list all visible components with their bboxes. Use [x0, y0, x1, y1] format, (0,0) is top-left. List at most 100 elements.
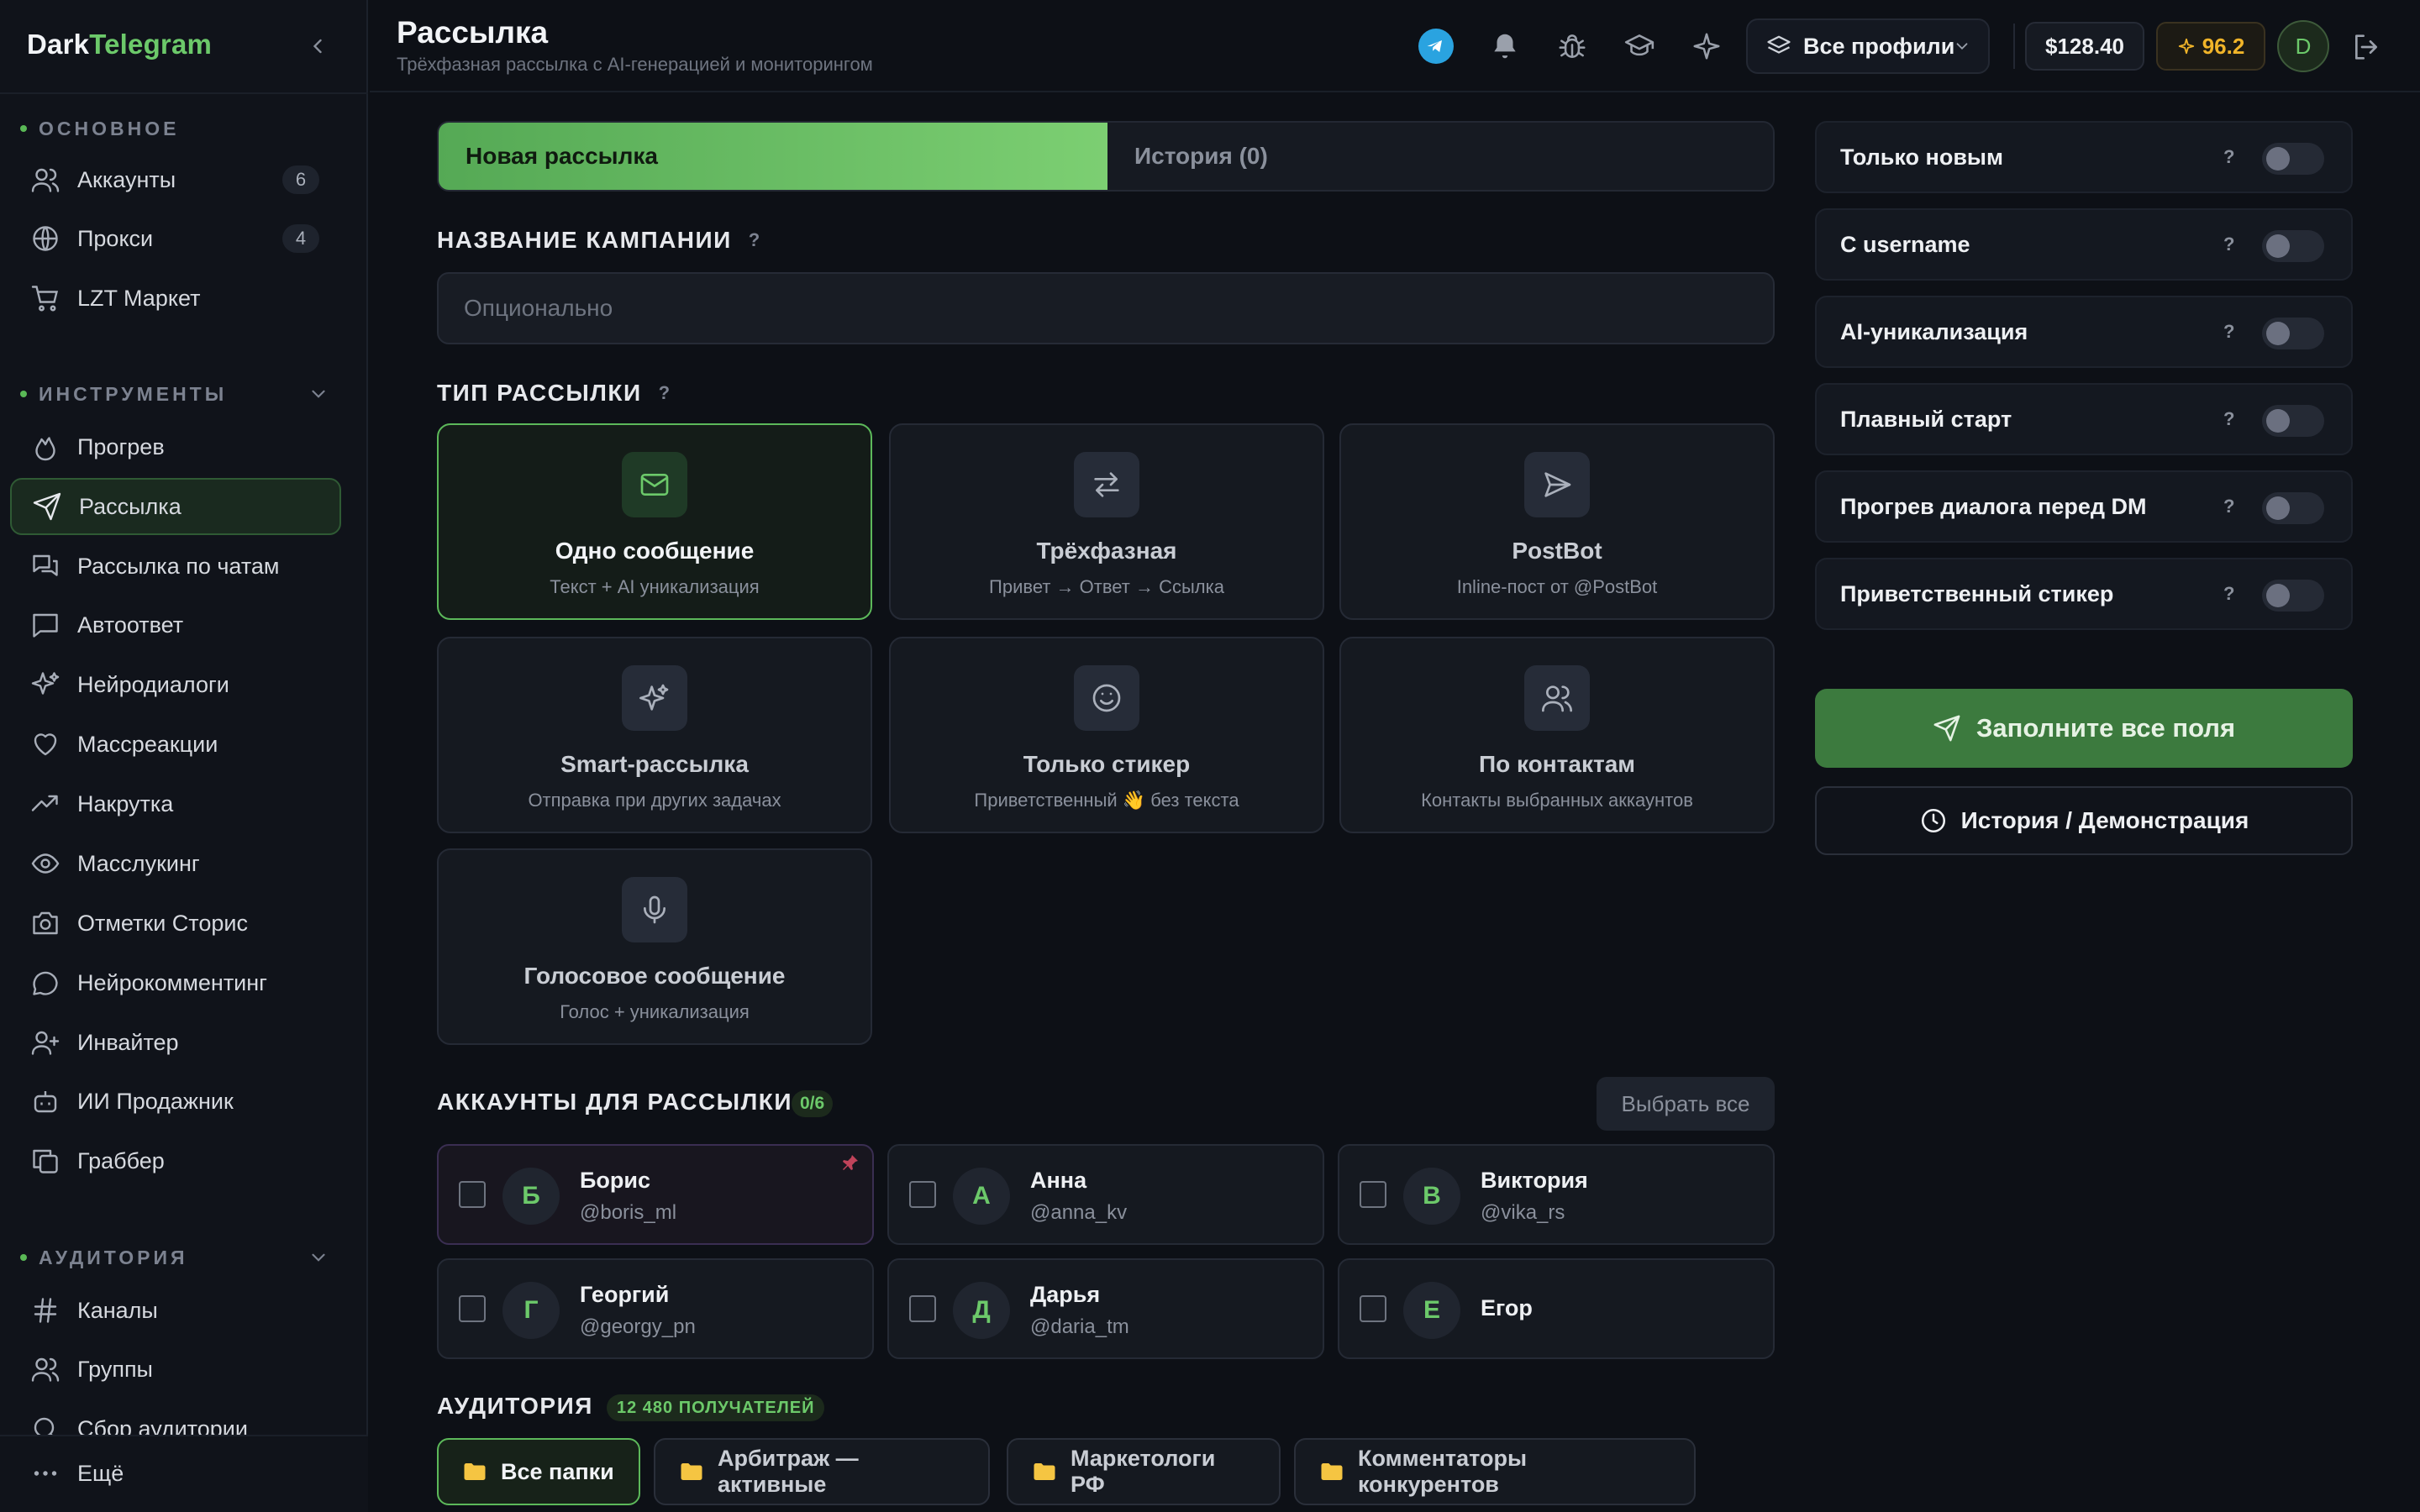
balance-badge[interactable]: $128.40: [2025, 22, 2144, 71]
help-icon[interactable]: ?: [2223, 234, 2234, 255]
brand-part-telegram: Telegram: [89, 29, 213, 60]
section-main-label: ОСНОВНОЕ: [39, 117, 180, 139]
campaign-name-input[interactable]: Опционально: [437, 272, 1775, 344]
account-checkbox[interactable]: [459, 1295, 486, 1322]
sidebar-item-autoreply[interactable]: Автоответ: [10, 596, 341, 654]
sidebar-item-inviter[interactable]: Инвайтер: [10, 1014, 341, 1071]
type-card-sticker-only[interactable]: Только стикер Приветственный 👋 без текст…: [889, 637, 1324, 833]
brand-logo[interactable]: DarkTelegram: [27, 29, 212, 60]
sidebar-item-grabber[interactable]: Граббер: [10, 1132, 341, 1189]
type-card-title: PostBot: [1512, 538, 1602, 564]
sidebar-item-groups[interactable]: Группы: [10, 1341, 341, 1398]
account-avatar: Б: [502, 1168, 560, 1225]
folder-chip-arbitrage[interactable]: Арбитраж — активные: [654, 1438, 990, 1505]
tab-history[interactable]: История (0): [1107, 123, 1773, 190]
sidebar-item-accounts[interactable]: Аккаунты 6: [10, 151, 341, 208]
sidebar-item-warmup[interactable]: Прогрев: [10, 418, 341, 475]
folder-chip-commenters[interactable]: Комментаторы конкурентов: [1294, 1438, 1696, 1505]
account-card[interactable]: А Анна @anna_kv: [887, 1144, 1324, 1245]
account-card[interactable]: Е Егор: [1338, 1258, 1775, 1359]
account-checkbox[interactable]: [909, 1181, 936, 1208]
option-ai-unique: AI-уникализация ?: [1815, 296, 2353, 368]
type-card-postbot[interactable]: PostBot Inline-пост от @PostBot: [1339, 423, 1775, 620]
chevron-down-icon[interactable]: [308, 383, 329, 405]
sidebar-item-massreactions[interactable]: Массреакции: [10, 716, 341, 773]
stars-badge[interactable]: 96.2: [2156, 22, 2265, 71]
user-avatar[interactable]: D: [2277, 20, 2329, 72]
history-demo-button[interactable]: История / Демонстрация: [1815, 786, 2353, 855]
sidebar-item-mailing[interactable]: Рассылка: [10, 478, 341, 535]
account-card[interactable]: В Виктория @vika_rs: [1338, 1144, 1775, 1245]
type-card-title: Только стикер: [1023, 751, 1191, 777]
option-smooth-start: Плавный старт ?: [1815, 383, 2353, 455]
option-label: Только новым: [1840, 144, 2003, 170]
account-card[interactable]: Г Георгий @georgy_pn: [437, 1258, 874, 1359]
toggle-switch[interactable]: [2262, 405, 2324, 437]
pin-icon[interactable]: [840, 1152, 860, 1173]
toggle-switch[interactable]: [2262, 230, 2324, 262]
sidebar-item-ai-seller[interactable]: ИИ Продажник: [10, 1073, 341, 1130]
help-icon[interactable]: ?: [659, 382, 670, 404]
audience-label-text: АУДИТОРИЯ: [437, 1393, 593, 1419]
section-audience-header[interactable]: АУДИТОРИЯ: [20, 1245, 188, 1270]
sidebar-item-proxy[interactable]: Прокси 4: [10, 210, 341, 267]
sidebar-item-label: LZT Маркет: [77, 285, 201, 311]
toggle-switch[interactable]: [2262, 143, 2324, 175]
sidebar-item-more[interactable]: Ещё: [10, 1445, 341, 1502]
toggle-switch[interactable]: [2262, 492, 2324, 524]
help-icon[interactable]: ?: [2223, 583, 2234, 605]
sidebar-item-label: Каналы: [77, 1297, 158, 1323]
help-icon[interactable]: ?: [2223, 321, 2234, 343]
sidebar-item-lzt-market[interactable]: LZT Маркет: [10, 270, 341, 327]
folder-chip-label: Все папки: [501, 1458, 614, 1484]
account-checkbox[interactable]: [459, 1181, 486, 1208]
folder-chip-marketers[interactable]: Маркетологи РФ: [1007, 1438, 1281, 1505]
account-card[interactable]: Д Дарья @daria_tm: [887, 1258, 1324, 1359]
type-card-three-phase[interactable]: Трёхфазная Привет → Ответ → Ссылка: [889, 423, 1324, 620]
folder-icon: [462, 1459, 487, 1484]
help-icon[interactable]: ?: [2223, 408, 2234, 430]
sidebar-item-channels[interactable]: Каналы: [10, 1282, 341, 1339]
type-card-subtitle: Inline-пост от @PostBot: [1456, 576, 1658, 597]
mailing-tabs: Новая рассылка История (0): [437, 121, 1775, 192]
logout-icon[interactable]: [2349, 30, 2383, 64]
select-all-button[interactable]: Выбрать все: [1597, 1077, 1775, 1131]
help-icon[interactable]: ?: [749, 229, 760, 251]
account-checkbox[interactable]: [1360, 1181, 1386, 1208]
submit-mailing-button[interactable]: Заполните все поля: [1815, 689, 2353, 768]
toggle-switch[interactable]: [2262, 580, 2324, 612]
account-checkbox[interactable]: [1360, 1295, 1386, 1322]
tab-new-mailing[interactable]: Новая рассылка: [439, 123, 1107, 190]
type-card-single-message[interactable]: Одно сообщение Текст + AI уникализация: [437, 423, 872, 620]
bug-icon[interactable]: [1556, 30, 1588, 62]
history-demo-label: История / Демонстрация: [1960, 807, 2249, 833]
sparkle-icon[interactable]: [1691, 30, 1723, 62]
send-icon: [1933, 714, 1961, 743]
sidebar-item-neurodialogs[interactable]: Нейродиалоги: [10, 656, 341, 713]
chevron-down-icon[interactable]: [308, 1247, 329, 1268]
account-checkbox[interactable]: [909, 1295, 936, 1322]
sidebar-item-chat-mailing[interactable]: Рассылка по чатам: [10, 538, 341, 595]
type-card-contacts[interactable]: По контактам Контакты выбранных аккаунто…: [1339, 637, 1775, 833]
profiles-dropdown[interactable]: Все профили: [1746, 18, 1990, 74]
graduation-cap-icon[interactable]: [1623, 30, 1655, 62]
collapse-sidebar-icon[interactable]: [306, 32, 329, 60]
mic-icon: [622, 877, 687, 942]
toggle-switch[interactable]: [2262, 318, 2324, 349]
sidebar-item-masslooking[interactable]: Масслукинг: [10, 835, 341, 892]
account-card[interactable]: Б Борис @boris_ml: [437, 1144, 874, 1245]
message-circle-icon: [30, 968, 60, 998]
section-tools-header[interactable]: ИНСТРУМЕНТЫ: [20, 381, 227, 407]
type-card-title: Smart-рассылка: [560, 751, 749, 777]
type-card-smart[interactable]: Smart-рассылка Отправка при других задач…: [437, 637, 872, 833]
type-card-voice[interactable]: Голосовое сообщение Голос + уникализация: [437, 848, 872, 1045]
folder-chip-all[interactable]: Все папки: [437, 1438, 640, 1505]
help-icon[interactable]: ?: [2223, 496, 2234, 517]
sidebar-item-neurocommenting[interactable]: Нейрокомментинг: [10, 954, 341, 1011]
sidebar-item-boost[interactable]: Накрутка: [10, 775, 341, 832]
help-icon[interactable]: ?: [2223, 146, 2234, 168]
sidebar-item-story-tags[interactable]: Отметки Сторис: [10, 895, 341, 952]
bell-icon[interactable]: [1489, 30, 1521, 62]
star-sparkle-icon: [2177, 37, 2196, 55]
telegram-icon[interactable]: [1418, 29, 1454, 64]
